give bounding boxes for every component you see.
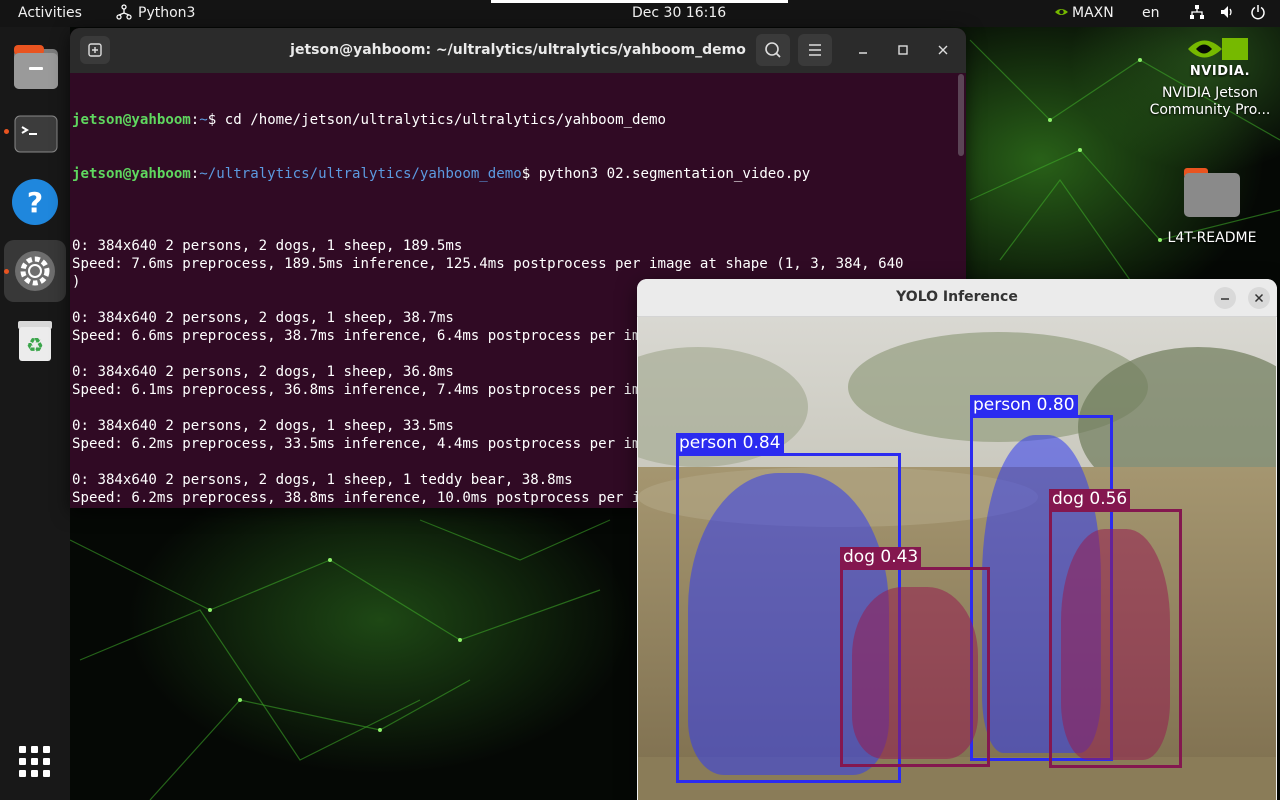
folder-icon xyxy=(1184,168,1240,217)
terminal-output-line: 0: 384x640 2 persons, 2 dogs, 1 sheep, 1… xyxy=(72,238,463,254)
prompt-path: ~/ultralytics/ultralytics/yahboom_demo xyxy=(199,166,522,182)
python-app-icon xyxy=(116,4,132,20)
terminal-command-line: jetson@yahboom:~/ultralytics/ultralytics… xyxy=(72,166,811,182)
dock: ? ♻ xyxy=(0,27,70,800)
detection-label: person 0.80 xyxy=(970,395,1078,415)
activities-button[interactable]: Activities xyxy=(18,0,82,27)
prompt-path: ~ xyxy=(199,112,208,128)
nvidia-logo-text: NVIDIA. xyxy=(1189,64,1251,79)
search-icon xyxy=(765,42,781,58)
nvidia-logo-icon xyxy=(1188,38,1248,60)
system-tray[interactable] xyxy=(1189,0,1266,27)
terminal-output-line: Speed: 7.6ms preprocess, 189.5ms inferen… xyxy=(72,256,904,272)
terminal-scrollbar[interactable] xyxy=(958,74,964,156)
hamburger-menu-icon xyxy=(809,44,821,56)
dock-files[interactable] xyxy=(4,35,66,97)
close-button[interactable] xyxy=(930,36,956,64)
settings-gear-icon xyxy=(15,251,55,291)
power-mode-label: MAXN xyxy=(1072,5,1114,21)
minimize-icon xyxy=(859,52,867,54)
desktop-l4t-readme-folder[interactable]: L4T-README xyxy=(1150,164,1270,250)
detection-box xyxy=(840,567,990,767)
dock-settings[interactable] xyxy=(4,240,66,302)
dock-terminal[interactable] xyxy=(4,102,66,164)
nvidia-eye-icon xyxy=(1055,9,1068,15)
close-icon xyxy=(1254,293,1264,303)
show-apps-icon xyxy=(19,746,50,777)
running-indicator-terminal xyxy=(4,129,9,134)
dock-help[interactable]: ? xyxy=(4,171,66,233)
trash-icon: ♻ xyxy=(18,321,52,361)
show-apps-button[interactable] xyxy=(18,745,52,779)
running-indicator-settings xyxy=(4,269,9,274)
terminal-icon xyxy=(14,115,58,153)
minimize-icon xyxy=(1221,298,1229,300)
svg-text:?: ? xyxy=(27,186,43,219)
command-text: $ cd /home/jetson/ultralytics/ultralytic… xyxy=(207,112,666,128)
language-indicator[interactable]: en xyxy=(1142,0,1160,27)
command-text: $ python3 02.segmentation_video.py xyxy=(521,166,811,182)
power-mode-indicator[interactable]: MAXN xyxy=(1054,0,1114,27)
app-menu-label: Python3 xyxy=(138,5,196,21)
yolo-minimize-button[interactable] xyxy=(1214,287,1236,309)
prompt-user: jetson@yahboom xyxy=(72,112,191,128)
help-icon: ? xyxy=(12,179,58,225)
maximize-button[interactable] xyxy=(890,36,916,64)
search-button[interactable] xyxy=(756,34,790,66)
network-icon xyxy=(1190,5,1204,19)
nvidia-launcher-label: NVIDIA Jetson Community Pro... xyxy=(1149,85,1271,118)
prompt-user: jetson@yahboom xyxy=(72,166,191,182)
volume-icon xyxy=(1221,6,1233,18)
maximize-icon xyxy=(898,45,908,55)
terminal-titlebar[interactable]: jetson@yahboom: ~/ultralytics/ultralytic… xyxy=(70,28,966,73)
detection-box xyxy=(1049,509,1182,768)
menu-button[interactable] xyxy=(798,34,832,66)
svg-text:♻: ♻ xyxy=(26,333,44,357)
folder-label: L4T-README xyxy=(1167,230,1257,246)
detection-label: dog 0.43 xyxy=(840,547,922,567)
files-icon xyxy=(14,45,58,89)
close-icon xyxy=(938,45,948,55)
detection-label: dog 0.56 xyxy=(1049,489,1131,509)
yolo-inference-window[interactable]: YOLO Inference person 0.84 person 0.80 d… xyxy=(637,279,1277,800)
detection-label: person 0.84 xyxy=(676,433,784,453)
terminal-command-line: jetson@yahboom:~$ cd /home/jetson/ultral… xyxy=(72,112,666,128)
yolo-close-button[interactable] xyxy=(1248,287,1270,309)
inference-video-frame: person 0.84 person 0.80 dog 0.43 dog 0.56 xyxy=(638,317,1276,800)
dock-trash[interactable]: ♻ xyxy=(4,309,66,371)
yolo-window-title: YOLO Inference xyxy=(896,289,1018,305)
app-menu[interactable]: Python3 xyxy=(116,0,195,27)
clock[interactable]: Dec 30 16:16 xyxy=(632,0,726,27)
yolo-titlebar[interactable]: YOLO Inference xyxy=(637,279,1277,317)
minimize-button[interactable] xyxy=(850,36,876,64)
desktop-nvidia-launcher[interactable]: NVIDIA. NVIDIA Jetson Community Pro... xyxy=(1140,34,1280,124)
top-bar: Activities Python3 Dec 30 16:16 MAXN en xyxy=(0,0,1280,27)
power-icon xyxy=(1251,5,1265,20)
